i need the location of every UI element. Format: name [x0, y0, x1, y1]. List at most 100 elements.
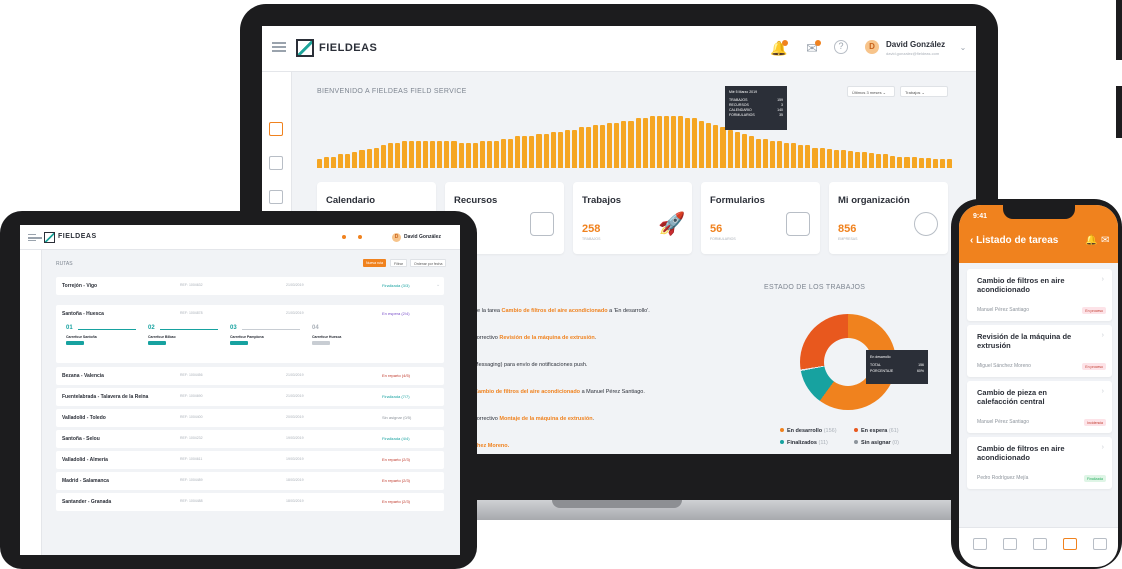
activity-link[interactable]: Cambio de filtros del aire acondicionado	[474, 389, 580, 395]
chart-bar[interactable]	[472, 143, 478, 168]
bell-icon[interactable]: 🔔	[1085, 235, 1097, 246]
chart-bar[interactable]	[437, 140, 443, 168]
chart-bar[interactable]	[621, 120, 627, 168]
mail-icon[interactable]	[358, 235, 362, 239]
expanded-route-row[interactable]: Santoña - Huesca REF: 1004878 21/03/2019…	[56, 305, 444, 363]
chart-bar[interactable]	[550, 131, 556, 168]
chart-bar[interactable]	[557, 131, 563, 168]
chart-bar[interactable]	[649, 116, 655, 168]
chart-bar[interactable]	[713, 125, 719, 168]
table-row[interactable]: Valladolid - Toledo REF: 1004400 20/03/201…	[56, 409, 444, 427]
chart-bar[interactable]	[911, 156, 917, 168]
task-card[interactable]: Cambio de filtros en aire acondicionado P…	[967, 437, 1112, 489]
table-row[interactable]: Santander - Granada REF: 1004488 18/03/201…	[56, 493, 444, 511]
avatar[interactable]: D	[392, 233, 401, 242]
chart-bar[interactable]	[897, 156, 903, 168]
chart-bar[interactable]	[458, 143, 464, 168]
chart-bar[interactable]	[932, 158, 938, 168]
chart-bar[interactable]	[501, 138, 507, 168]
chart-bar[interactable]	[529, 136, 535, 168]
chart-bar[interactable]	[536, 134, 542, 168]
chart-bar[interactable]	[819, 147, 825, 168]
chevron-down-icon[interactable]: ⌄	[954, 40, 972, 56]
period-select[interactable]: Últimos 3 meses ⌄	[847, 86, 895, 97]
chart-bar[interactable]	[564, 129, 570, 168]
table-row[interactable]: Madrid - Salamanca REF: 1004489 18/03/2019…	[56, 472, 444, 490]
chart-bar[interactable]	[394, 143, 400, 168]
bank-icon[interactable]	[1033, 538, 1047, 550]
table-row[interactable]: Valladolid - Almería REF: 1004611 19/03/20…	[56, 451, 444, 469]
chart-bar[interactable]	[416, 140, 422, 168]
chart-bar[interactable]	[777, 140, 783, 168]
chart-bar[interactable]	[614, 122, 620, 168]
sort-button[interactable]: Ordenar por fecha	[410, 259, 447, 267]
list-icon[interactable]	[1063, 538, 1077, 550]
chart-bar[interactable]	[359, 149, 365, 168]
chart-bar[interactable]	[578, 127, 584, 168]
chart-bar[interactable]	[352, 152, 358, 168]
chart-bar[interactable]	[748, 136, 754, 168]
chart-bar[interactable]	[642, 118, 648, 168]
chart-bar[interactable]	[890, 155, 896, 168]
chart-bar[interactable]	[451, 140, 457, 168]
table-row[interactable]: Bezana - Valencia REF: 1004456 21/03/2019 E…	[56, 367, 444, 385]
calendar-icon[interactable]	[1003, 538, 1017, 550]
menu-icon[interactable]	[28, 234, 42, 241]
chart-bar[interactable]	[479, 140, 485, 168]
chart-bar[interactable]	[854, 152, 861, 168]
card-organizacion[interactable]: Mi organización 856 EMPRESAS	[829, 182, 948, 254]
chart-bar[interactable]	[317, 158, 323, 168]
chart-bar[interactable]	[876, 154, 882, 168]
chart-bar[interactable]	[423, 140, 429, 168]
chart-bar[interactable]	[833, 149, 839, 168]
chart-bar[interactable]	[585, 127, 592, 168]
chart-bar[interactable]	[791, 143, 797, 168]
activity-link[interactable]: Montaje de la máquina de extrusión	[499, 416, 592, 422]
chart-bar[interactable]	[373, 147, 379, 168]
chart-bar[interactable]	[720, 127, 726, 168]
table-row[interactable]: Torrejón - Vigo REF: 1004632 21/03/2019 Fin…	[56, 277, 444, 295]
chart-bar[interactable]	[543, 134, 549, 168]
task-card[interactable]: Cambio de filtros en aire acondicionado M…	[967, 269, 1112, 321]
chart-bar[interactable]	[741, 134, 747, 168]
help-icon[interactable]: ?	[834, 40, 848, 54]
chart-bar[interactable]	[883, 154, 889, 168]
avatar[interactable]: D	[865, 40, 879, 54]
new-route-button[interactable]: Nueva ruta	[363, 259, 387, 267]
chart-bar[interactable]	[904, 156, 910, 168]
chart-bar[interactable]	[798, 145, 804, 168]
chart-bar[interactable]	[522, 136, 528, 168]
chart-bar[interactable]	[670, 116, 676, 168]
chart-bar[interactable]	[805, 145, 811, 168]
chart-bar[interactable]	[571, 129, 577, 168]
chart-bar[interactable]	[635, 118, 641, 168]
chart-bar[interactable]	[338, 154, 344, 168]
menu-icon[interactable]	[272, 42, 286, 52]
table-row[interactable]: Santoña - Selou REF: 1004232 19/03/2019 Fin…	[56, 430, 444, 448]
chart-bar[interactable]	[465, 143, 471, 168]
chart-bar[interactable]	[656, 116, 662, 168]
type-select[interactable]: Trabajos ⌄	[900, 86, 948, 97]
chart-bar[interactable]	[939, 158, 945, 168]
chart-bar[interactable]	[685, 118, 691, 168]
rocket-icon[interactable]	[973, 538, 987, 550]
chart-bar[interactable]	[593, 125, 599, 168]
resources-icon[interactable]	[269, 190, 283, 204]
task-card[interactable]: Revisión de la máquina de extrusión Migue…	[967, 325, 1112, 377]
chevron-down-icon[interactable]: ⌄	[436, 282, 440, 288]
chart-bar[interactable]	[493, 140, 500, 168]
chart-bar[interactable]	[663, 116, 669, 168]
filter-button[interactable]: Filtrar	[390, 259, 407, 267]
chart-bar[interactable]	[770, 140, 776, 168]
chart-bar[interactable]	[324, 156, 330, 168]
table-row[interactable]: Fuentelabrada - Talavera de la Reina REF:…	[56, 388, 444, 406]
chart-bar[interactable]	[734, 131, 740, 168]
chart-bar[interactable]	[699, 120, 705, 168]
chart-bar[interactable]	[812, 147, 818, 168]
calendar-icon[interactable]	[269, 156, 283, 170]
chart-bar[interactable]	[840, 149, 846, 168]
chart-bar[interactable]	[508, 138, 514, 168]
activity-link[interactable]: Cambio de filtros del aire acondicionado	[502, 308, 608, 314]
chart-bar[interactable]	[925, 157, 931, 168]
chart-bar[interactable]	[692, 118, 698, 168]
